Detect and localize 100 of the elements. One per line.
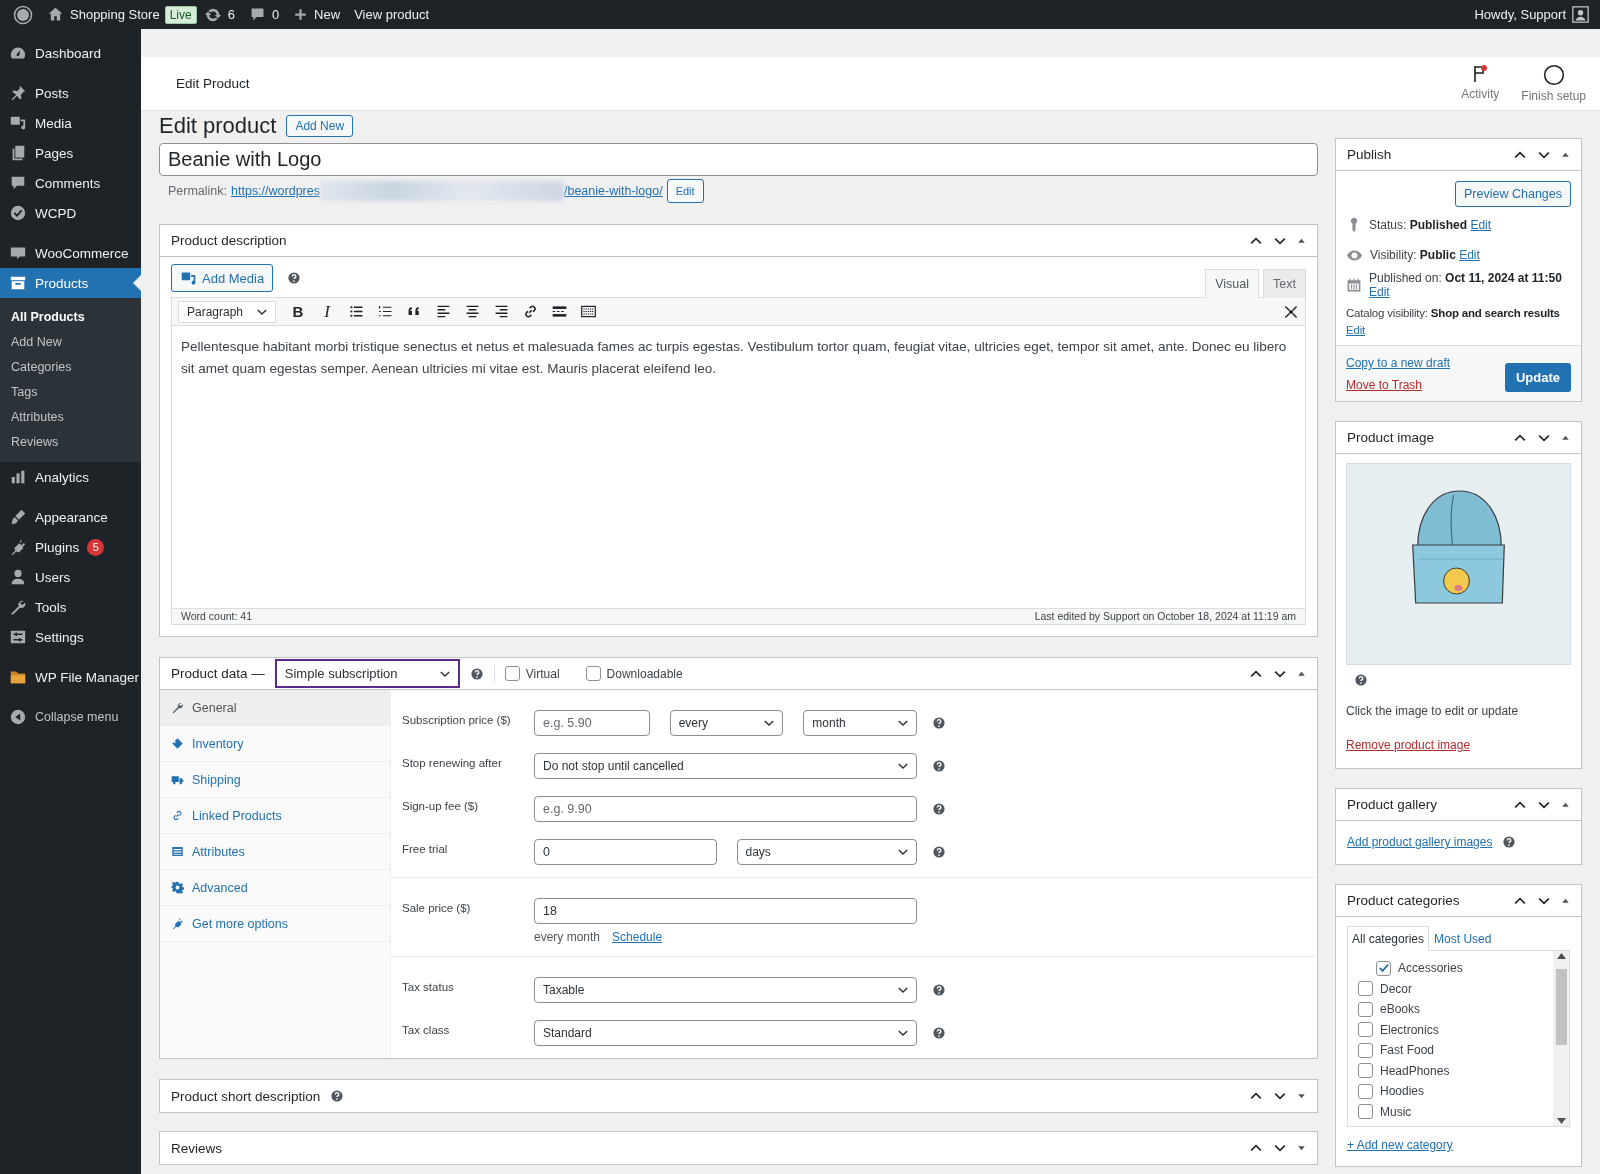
permalink-link[interactable]: /beanie-with-logo/ [564, 184, 663, 198]
truck-icon [171, 773, 184, 786]
checkbox[interactable] [504, 666, 520, 681]
input-field[interactable]: 0 [534, 839, 717, 865]
menu-item[interactable]: Products [0, 268, 141, 298]
field-label: Sign-up fee ($) [402, 799, 480, 812]
account-link[interactable]: Howdy, Support [1467, 6, 1596, 23]
submenu-item[interactable]: All Products [0, 305, 141, 330]
submenu-item[interactable]: Tags [0, 380, 141, 405]
collapse-menu-button[interactable]: Collapse menu [0, 702, 141, 732]
select-field[interactable]: Do not stop until cancelled [534, 753, 917, 779]
input-field[interactable]: 18 [534, 898, 917, 924]
checkbox[interactable] [1358, 1063, 1373, 1079]
comments-link[interactable]: 0 [241, 6, 287, 23]
bullet-list-icon[interactable] [347, 303, 365, 320]
view-product-link[interactable]: View product [347, 7, 437, 22]
add-category-link[interactable]: + Add new category [1347, 1138, 1570, 1152]
product-data-tab[interactable]: Shipping [160, 762, 390, 798]
add-media-button[interactable]: Add Media [171, 264, 274, 292]
circle-logo-icon[interactable] [13, 4, 33, 25]
edit-link[interactable]: Edit [1459, 248, 1480, 262]
select-field[interactable]: Standard [534, 1020, 917, 1046]
submenu-item[interactable]: Attributes [0, 405, 141, 430]
menu-item[interactable]: Media [0, 108, 141, 138]
menu-item[interactable]: Comments [0, 168, 141, 198]
scroll-up-icon[interactable] [1556, 953, 1566, 959]
category-tab[interactable]: All categories [1347, 926, 1430, 951]
permalink-link[interactable]: https://wordpres [231, 184, 320, 198]
site-name-link[interactable]: Shopping Store [40, 6, 167, 23]
home-icon [47, 6, 64, 23]
checkbox[interactable] [1358, 1104, 1373, 1120]
remove-image-link[interactable]: Remove product image [1346, 738, 1571, 752]
input-field[interactable]: e.g. 5.90 [534, 710, 650, 736]
editor-tab[interactable]: Text [1263, 269, 1306, 298]
bold-button[interactable]: B [285, 299, 311, 324]
product-data-tab[interactable]: Advanced [160, 870, 390, 906]
submenu-item[interactable]: Reviews [0, 430, 141, 455]
image-hint: Click the image to edit or update [1346, 704, 1520, 718]
checkbox[interactable] [585, 666, 601, 681]
menu-item[interactable]: WCPD [0, 198, 141, 228]
menu-item[interactable]: WP File Manager [0, 662, 141, 692]
keyboard-icon[interactable] [579, 303, 597, 320]
menu-item[interactable]: Plugins 5 [0, 532, 141, 562]
product-data-tab[interactable]: Attributes [160, 834, 390, 870]
select-field[interactable]: Taxable [534, 977, 917, 1003]
edit-link[interactable]: Edit [1470, 218, 1492, 232]
edit-button[interactable]: Edit [666, 179, 704, 203]
menu-item[interactable]: Pages [0, 138, 141, 168]
title-field[interactable]: Beanie with Logo [159, 143, 1318, 176]
add-gallery-link[interactable]: Add product gallery images [1347, 835, 1493, 849]
checkbox[interactable] [1358, 1022, 1373, 1038]
header-button[interactable]: Finish setup [1519, 64, 1588, 103]
select-field[interactable]: every [669, 710, 784, 736]
preview-changes-button[interactable]: Preview Changes [1455, 181, 1571, 207]
edit-link[interactable]: Edit [1346, 324, 1366, 336]
copy-draft-link[interactable]: Copy to a new draft [1346, 356, 1451, 370]
menu-item[interactable]: Settings [0, 622, 141, 652]
menu-item[interactable]: WooCommerce [0, 238, 141, 268]
checkbox[interactable] [1376, 960, 1391, 976]
editor-tab[interactable]: Visual [1205, 269, 1260, 298]
help-icon [287, 271, 302, 285]
format-select[interactable]: Paragraph [178, 300, 276, 323]
select-field[interactable]: month [803, 710, 917, 736]
add-new-button[interactable]: Add New [286, 115, 354, 137]
checkbox[interactable] [1358, 1083, 1373, 1099]
product-data-tab[interactable]: Get more options [160, 906, 390, 942]
submenu-item[interactable]: Categories [0, 355, 141, 380]
header-button[interactable]: Activity [1459, 64, 1502, 103]
fullscreen-icon[interactable] [1283, 303, 1299, 320]
submenu-item[interactable]: Add New [0, 330, 141, 355]
menu-item[interactable]: Dashboard [0, 38, 141, 68]
category-tab[interactable]: Most Used [1429, 926, 1497, 951]
input-field[interactable]: e.g. 9.90 [534, 796, 917, 822]
checkbox[interactable] [1358, 1001, 1373, 1017]
product-data-tab[interactable]: Inventory [160, 726, 390, 762]
menu-item[interactable]: Posts [0, 78, 141, 108]
edit-link[interactable]: Edit [1369, 285, 1390, 299]
trash-link[interactable]: Move to Trash [1346, 378, 1451, 392]
last-edited-text: Last edited by Support on October 18, 2024 at 11:19 am [1034, 609, 1296, 624]
scroll-down-icon[interactable] [1556, 1118, 1566, 1124]
schedule-link[interactable]: Schedule [612, 930, 663, 944]
product-data-tab[interactable]: Linked Products [160, 798, 390, 834]
menu-item[interactable]: Tools [0, 592, 141, 622]
product-type-select[interactable]: Simple subscription [274, 659, 460, 688]
new-link[interactable]: New [286, 7, 348, 22]
menu-item[interactable]: Users [0, 562, 141, 592]
publish-status-text: Status: Published Edit [1369, 218, 1492, 232]
category-label: HeadPhones [1380, 1063, 1450, 1078]
updates-link[interactable]: 6 [196, 5, 242, 24]
catalog-visibility-text: Catalog visibility: Shop and search results Edit [1346, 307, 1560, 336]
italic-button[interactable]: I [314, 299, 340, 324]
scrollbar[interactable] [1553, 951, 1569, 1126]
checkbox[interactable] [1358, 981, 1373, 997]
read-more-icon[interactable] [550, 303, 568, 320]
menu-item[interactable]: Analytics [0, 462, 141, 492]
product-data-tab[interactable]: General [160, 690, 390, 726]
update-button[interactable]: Update [1504, 363, 1571, 392]
checkbox[interactable] [1358, 1042, 1373, 1058]
menu-item[interactable]: Appearance [0, 502, 141, 532]
select-field[interactable]: days [736, 839, 917, 865]
